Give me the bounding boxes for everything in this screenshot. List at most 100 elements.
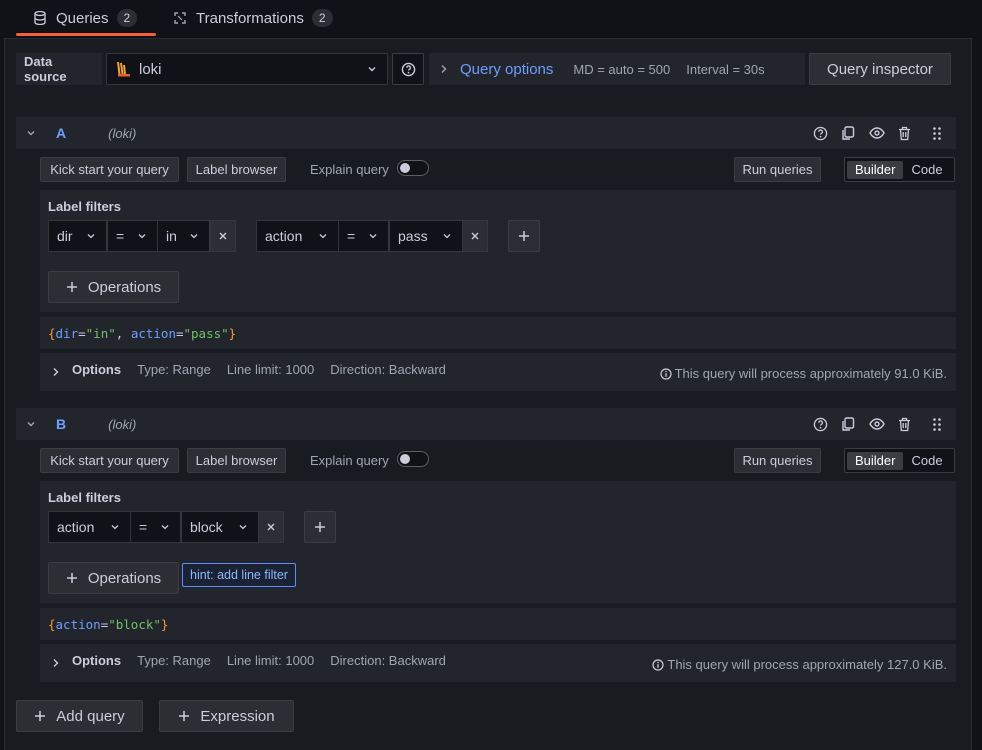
run-queries-button[interactable]: Run queries — [734, 157, 821, 182]
options-label: Options — [72, 652, 122, 668]
chevron-right-icon — [52, 658, 60, 668]
explain-query-label: Explain query — [310, 162, 389, 177]
hint-add-line-filter-button[interactable]: hint: add line filter — [182, 563, 296, 587]
editor-mode-switch: Builder Code — [844, 157, 955, 182]
add-expression-button[interactable]: Expression — [159, 700, 294, 732]
filter-operator-select[interactable]: = — [338, 220, 389, 252]
eye-icon[interactable] — [869, 127, 885, 139]
process-estimate-text: This query will process approximately 91… — [674, 366, 947, 381]
kick-start-button[interactable]: Kick start your query — [40, 448, 179, 473]
duplicate-icon[interactable] — [841, 417, 855, 432]
tab-queries[interactable]: Queries 2 — [34, 0, 138, 36]
duplicate-icon[interactable] — [841, 126, 855, 141]
explain-query-toggle[interactable] — [397, 160, 429, 176]
filter-value-select[interactable]: block — [181, 511, 259, 543]
query-inspector-button[interactable]: Query inspector — [809, 53, 951, 85]
operations-button[interactable]: Operations — [48, 271, 179, 303]
query-datasource-name: (loki) — [108, 125, 137, 141]
filter-value: block — [190, 519, 223, 535]
label-browser-button[interactable]: Label browser — [187, 448, 286, 473]
explain-query-toggle[interactable] — [397, 451, 429, 467]
filter-label-select[interactable]: dir — [48, 220, 107, 252]
datasource-value: loki — [139, 60, 162, 78]
remove-filter-button[interactable] — [258, 511, 284, 543]
tab-transformations[interactable]: Transformations 2 — [173, 0, 333, 36]
collapse-chevron-icon[interactable] — [26, 419, 36, 429]
operations-button[interactable]: Operations — [48, 562, 179, 594]
filter-operator-value: = — [347, 228, 356, 244]
code-brace: } — [228, 325, 237, 341]
datasource-help-button[interactable] — [392, 53, 424, 85]
options-row[interactable]: Options Type: Range Line limit: 1000 Dir… — [40, 644, 956, 682]
mode-builder[interactable]: Builder — [847, 160, 904, 179]
query-ref-id[interactable]: B — [56, 416, 66, 432]
query-row-header-b[interactable]: B (loki) — [16, 408, 956, 440]
filter-value-select[interactable]: in — [157, 220, 210, 252]
run-queries-button[interactable]: Run queries — [734, 448, 821, 473]
max-data-points-text: MD = auto = 500 — [573, 61, 671, 77]
code-operator: = — [78, 325, 86, 341]
mode-builder[interactable]: Builder — [847, 451, 904, 470]
query-options-bar[interactable]: Query options MD = auto = 500 Interval =… — [429, 53, 805, 85]
database-icon — [34, 11, 46, 25]
query-type-text: Type: Range — [137, 361, 211, 377]
filter-label-select[interactable]: action — [256, 220, 339, 252]
help-icon[interactable] — [813, 126, 828, 141]
explain-query-label: Explain query — [310, 453, 389, 468]
collapse-chevron-icon[interactable] — [26, 128, 36, 138]
filter-operator-select[interactable]: = — [130, 511, 181, 543]
filter-operator-select[interactable]: = — [107, 220, 158, 252]
query-options-label: Query options — [460, 60, 554, 78]
query-datasource-name: (loki) — [108, 416, 137, 432]
operations-label: Operations — [87, 569, 162, 587]
drag-handle-icon[interactable] — [932, 126, 942, 141]
filter-value-select[interactable]: pass — [389, 220, 463, 252]
close-icon — [218, 231, 228, 241]
chevron-down-icon — [159, 521, 171, 533]
plus-icon — [518, 230, 530, 242]
chevron-down-icon — [367, 64, 377, 74]
chevron-down-icon — [237, 521, 249, 533]
add-query-button[interactable]: Add query — [16, 700, 143, 732]
plus-icon — [66, 281, 78, 293]
add-filter-button[interactable] — [304, 511, 336, 543]
datasource-label: Data source — [16, 53, 102, 85]
filter-operator-value: = — [116, 228, 125, 244]
query-row-header-a[interactable]: A (loki) — [16, 117, 956, 149]
direction-text: Direction: Backward — [330, 361, 446, 377]
remove-filter-button[interactable] — [210, 220, 236, 252]
kick-start-button[interactable]: Kick start your query — [40, 157, 179, 182]
add-query-label: Add query — [56, 707, 125, 725]
label-browser-button[interactable]: Label browser — [187, 157, 286, 182]
trash-icon[interactable] — [898, 417, 911, 432]
code-brace: } — [160, 616, 169, 632]
code-string: "pass" — [183, 325, 229, 341]
remove-filter-button[interactable] — [462, 220, 488, 252]
code-string: "in" — [85, 325, 116, 341]
chevron-down-icon — [188, 230, 200, 242]
trash-icon[interactable] — [898, 126, 911, 141]
options-row[interactable]: Options Type: Range Line limit: 1000 Dir… — [40, 353, 956, 391]
editor-mode-switch: Builder Code — [844, 448, 955, 473]
mode-code[interactable]: Code — [903, 452, 950, 470]
filter-label-select[interactable]: action — [48, 511, 131, 543]
drag-handle-icon[interactable] — [932, 417, 942, 432]
label-filters-title: Label filters — [48, 199, 121, 214]
code-brace: { — [48, 325, 56, 341]
line-limit-text: Line limit: 1000 — [226, 361, 315, 377]
add-filter-button[interactable] — [508, 220, 540, 252]
options-label: Options — [72, 361, 122, 377]
loki-logo-icon — [115, 60, 133, 78]
label-filters-title: Label filters — [48, 490, 121, 505]
datasource-picker[interactable]: loki — [106, 53, 388, 85]
active-tab-indicator — [16, 33, 156, 36]
query-ref-id[interactable]: A — [56, 125, 66, 141]
eye-icon[interactable] — [869, 418, 885, 430]
mode-code[interactable]: Code — [903, 161, 950, 179]
info-circle-icon — [660, 367, 672, 380]
code-brace: { — [48, 616, 56, 632]
help-icon[interactable] — [813, 417, 828, 432]
close-icon — [470, 231, 480, 241]
add-expression-label: Expression — [200, 707, 275, 725]
filter-value: pass — [398, 228, 428, 244]
